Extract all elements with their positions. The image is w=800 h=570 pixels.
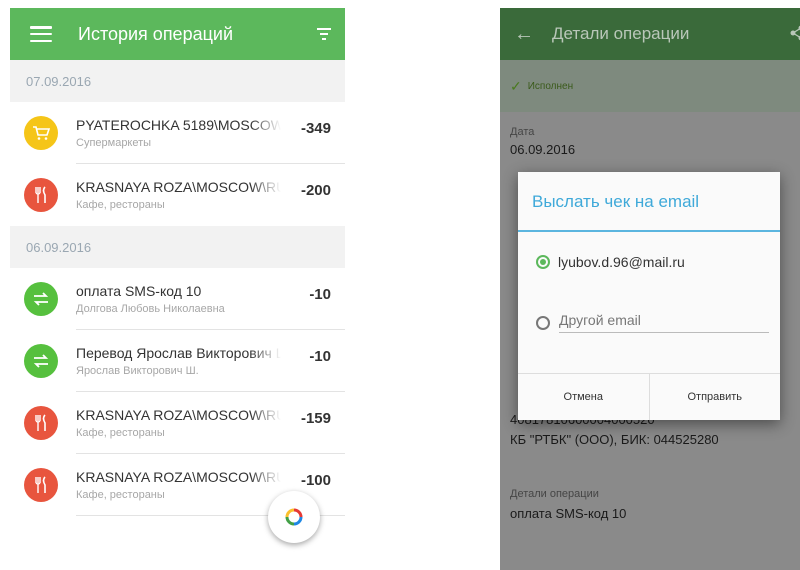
operation-amount: -159 [300, 410, 331, 427]
details-title: Детали операции [552, 24, 690, 43]
operation-row[interactable]: оплата SMS-код 10 Долгова Любовь Николае… [10, 268, 345, 330]
status-strip: ✓ Исполнен [500, 60, 800, 112]
operation-text: KRASNAYA ROZA\MOSCOW\RUS Кафе, рестораны [76, 179, 281, 211]
operation-text: KRASNAYA ROZA\MOSCOW\RUS Кафе, рестораны [76, 407, 281, 439]
operation-row[interactable]: KRASNAYA ROZA\MOSCOW\RUS Кафе, рестораны… [10, 392, 345, 454]
radio-selected-icon[interactable] [536, 255, 550, 269]
operation-category: Кафе, рестораны [76, 489, 165, 501]
operation-category: Кафе, рестораны [76, 427, 165, 439]
check-icon: ✓ [510, 77, 522, 94]
email-option[interactable]: lyubov.d.96@mail.ru [536, 254, 685, 270]
operations-list: 07.09.2016 PYATEROCHKA 5189\MOSCOW\ Супе… [10, 60, 345, 516]
transfer-icon [24, 344, 58, 378]
other-email-input[interactable]: Другой email [559, 312, 769, 333]
operation-row[interactable]: PYATEROCHKA 5189\MOSCOW\ Супермаркеты -3… [10, 102, 345, 164]
operation-text: KRASNAYA ROZA\MOSCOW\RUS Кафе, рестораны [76, 469, 281, 501]
operation-category: Супермаркеты [76, 137, 152, 149]
history-appbar: История операций [10, 8, 345, 60]
operation-amount: -349 [300, 120, 331, 137]
operation-name: KRASNAYA ROZA\MOSCOW\RUS [76, 469, 281, 485]
fab-button[interactable] [268, 491, 320, 543]
spinner-icon [285, 508, 303, 526]
status-text: Исполнен [527, 80, 574, 92]
other-email-option[interactable]: Другой email [536, 312, 769, 333]
cutlery-icon [24, 406, 58, 440]
back-arrow-icon[interactable]: ← [514, 23, 534, 46]
details-appbar: ← Детали операции [500, 8, 800, 60]
cutlery-icon [24, 468, 58, 502]
send-button[interactable]: Отправить [648, 374, 781, 420]
dialog-title: Выслать чек на email [532, 192, 700, 211]
email-option-label: lyubov.d.96@mail.ru [558, 254, 685, 270]
operation-row[interactable]: KRASNAYA ROZA\MOSCOW\RUS Кафе, рестораны… [10, 164, 345, 226]
operation-amount: -100 [300, 472, 331, 489]
op-details-value: оплата SMS-код 10 [510, 506, 627, 521]
cutlery-icon [24, 178, 58, 212]
operation-name: PYATEROCHKA 5189\MOSCOW\ [76, 117, 281, 133]
operation-row[interactable]: Перевод Ярослав Викторович Ш. Ярослав Ви… [10, 330, 345, 392]
operation-name: Перевод Ярослав Викторович Ш. [76, 345, 281, 361]
dialog-divider [518, 230, 780, 232]
operation-text: Перевод Ярослав Викторович Ш. Ярослав Ви… [76, 345, 281, 377]
bank-info: КБ "РТБК" (ООО), БИК: 044525280 [510, 432, 719, 447]
op-details-label: Детали операции [510, 488, 599, 500]
radio-unselected-icon[interactable] [536, 315, 550, 330]
operation-name: оплата SMS-код 10 [76, 283, 202, 299]
transfer-icon [24, 282, 58, 316]
operation-amount: -10 [309, 348, 331, 365]
operation-name: KRASNAYA ROZA\MOSCOW\RUS [76, 407, 281, 423]
operation-amount: -10 [309, 286, 331, 303]
date-value: 06.09.2016 [510, 142, 576, 157]
details-screen: ← Детали операции ✓ Исполнен Дата 06.09.… [500, 8, 800, 570]
share-icon[interactable] [790, 25, 800, 41]
dialog-buttons: Отмена Отправить [518, 373, 780, 420]
operation-category: Долгова Любовь Николаевна [76, 303, 225, 315]
operation-category: Ярослав Викторович Ш. [76, 365, 199, 377]
operation-amount: -200 [300, 182, 331, 199]
page-title: История операций [78, 23, 234, 44]
cart-icon [24, 116, 58, 150]
menu-icon[interactable] [30, 26, 52, 42]
history-screen: История операций 07.09.2016 PYATEROCHKA … [10, 8, 345, 570]
operation-name: KRASNAYA ROZA\MOSCOW\RUS [76, 179, 281, 195]
date-group-header: 06.09.2016 [10, 226, 345, 268]
filter-icon[interactable] [317, 28, 331, 40]
cancel-button[interactable]: Отмена [518, 374, 649, 420]
send-receipt-dialog: Выслать чек на email lyubov.d.96@mail.ru… [518, 172, 780, 420]
date-group-header: 07.09.2016 [10, 60, 345, 102]
date-label: Дата [510, 126, 535, 138]
operation-text: оплата SMS-код 10 Долгова Любовь Николае… [76, 283, 281, 315]
operation-text: PYATEROCHKA 5189\MOSCOW\ Супермаркеты [76, 117, 281, 149]
operation-category: Кафе, рестораны [76, 199, 165, 211]
